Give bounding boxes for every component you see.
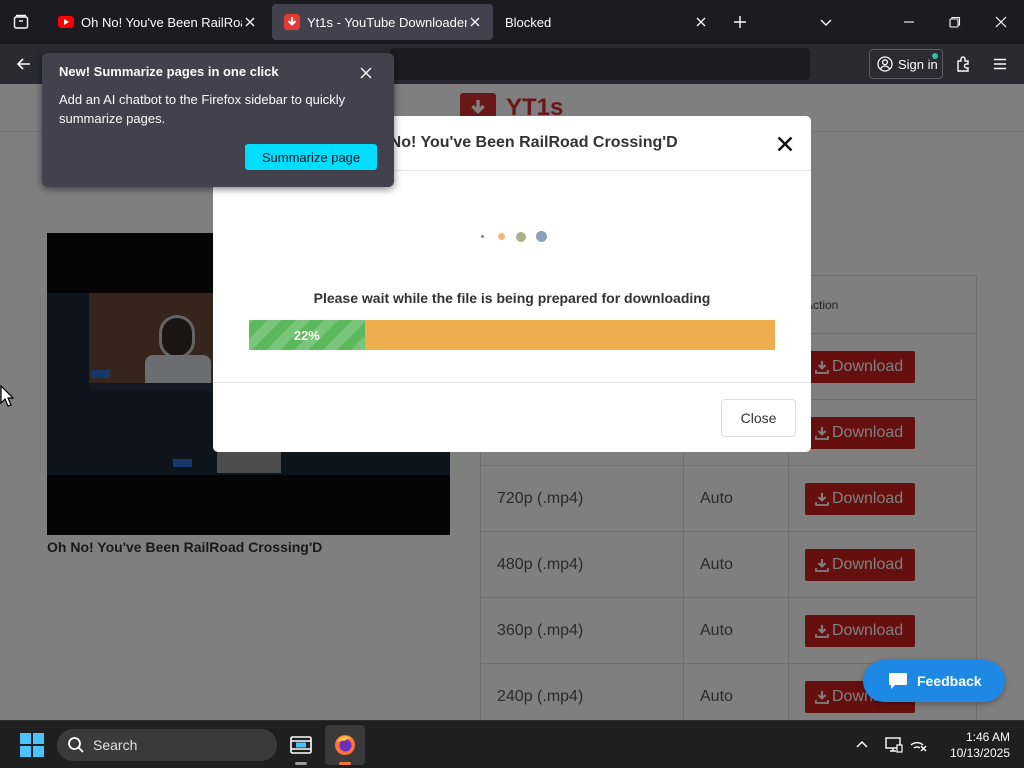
minimize-button[interactable]	[886, 0, 932, 44]
minimize-icon	[904, 21, 914, 23]
taskbar-clock[interactable]: 1:46 AM 10/13/2025	[930, 729, 1010, 761]
tab-list-icon	[13, 14, 29, 29]
close-icon[interactable]	[242, 14, 258, 30]
chat-bubble-icon	[889, 673, 907, 689]
popup-body: Add an AI chatbot to the Firefox sidebar…	[59, 92, 346, 126]
summarize-promo-popup: New! Summarize pages in one click Add an…	[42, 53, 394, 187]
loading-dot	[498, 233, 505, 240]
yt1s-icon	[284, 14, 300, 30]
feedback-label: Feedback	[917, 673, 982, 689]
loading-dot	[536, 231, 547, 242]
windows-start-icon[interactable]	[20, 733, 44, 757]
close-button[interactable]: Close	[721, 399, 796, 437]
progress-bar: 22%	[249, 320, 775, 350]
feedback-button[interactable]: Feedback	[863, 660, 1005, 702]
chevron-up-icon	[856, 740, 868, 748]
modal-footer: Close	[213, 382, 811, 452]
clock-date: 10/13/2025	[949, 746, 1010, 760]
tab-title: Yt1s - YouTube Downloader | Youtube to M…	[307, 14, 467, 30]
arrow-left-icon	[16, 58, 30, 70]
modal-close-x-button[interactable]	[773, 132, 797, 156]
url-bar[interactable]	[390, 48, 810, 80]
tab-yt1s[interactable]: Yt1s - YouTube Downloader | Youtube to M…	[272, 4, 493, 40]
film-icon	[290, 736, 312, 754]
loading-spinner	[478, 230, 558, 244]
progress-bar-fill: 22%	[249, 320, 365, 350]
notification-dot	[932, 53, 938, 59]
close-icon[interactable]	[693, 14, 709, 30]
restore-button[interactable]	[932, 0, 978, 44]
tab-youtube[interactable]: Oh No! You've Been RailRoad Crossing'D -…	[46, 4, 268, 40]
sign-in-label: Sign in	[898, 56, 938, 72]
tab-title: Oh No! You've Been RailRoad Crossing'D -…	[81, 14, 242, 30]
close-icon	[995, 16, 1007, 28]
close-icon[interactable]	[467, 14, 483, 30]
tab-title: Blocked	[505, 14, 552, 30]
menu-button[interactable]	[984, 48, 1016, 80]
clock-time: 1:46 AM	[965, 730, 1010, 744]
sign-in-button[interactable]: Sign in	[869, 49, 943, 79]
monitor-icon	[885, 737, 903, 753]
taskbar-search[interactable]: Search	[57, 729, 277, 761]
popup-close-button[interactable]	[357, 64, 375, 82]
all-tabs-button[interactable]	[803, 0, 849, 44]
new-tab-button[interactable]	[717, 0, 763, 44]
tray-overflow-button[interactable]	[850, 733, 874, 757]
hamburger-icon	[994, 58, 1006, 70]
modal-title: Oh No! You've Been RailRoad Crossing'D	[363, 134, 678, 151]
taskbar-app-firefox[interactable]	[325, 725, 365, 765]
search-label: Search	[93, 737, 138, 753]
wait-message: Please wait while the file is being prep…	[313, 290, 711, 306]
network-icon	[910, 742, 927, 752]
extensions-button[interactable]	[948, 48, 980, 80]
restore-icon	[949, 16, 961, 28]
close-icon	[777, 136, 793, 152]
mouse-cursor-icon	[0, 385, 14, 407]
loading-dot	[516, 232, 526, 242]
tab-blocked[interactable]: Blocked	[497, 4, 719, 40]
account-icon	[877, 56, 893, 72]
back-button[interactable]	[8, 48, 40, 80]
popup-title: New! Summarize pages in one click	[59, 64, 279, 79]
loading-dot	[481, 235, 484, 238]
taskbar-app-media[interactable]	[281, 725, 321, 765]
tab-list-button[interactable]	[0, 0, 42, 44]
youtube-icon	[58, 14, 74, 30]
windows-taskbar: Search 1:46 AM 10/13/2025	[0, 720, 1024, 768]
chevron-down-icon	[820, 19, 832, 26]
firefox-icon	[335, 735, 355, 755]
close-icon	[360, 67, 372, 79]
tray-display-button[interactable]	[882, 733, 906, 757]
tab-strip: Oh No! You've Been RailRoad Crossing'D -…	[0, 0, 1024, 44]
summarize-page-button[interactable]: Summarize page	[245, 144, 377, 170]
puzzle-icon	[957, 56, 969, 72]
tray-network-button[interactable]	[906, 733, 930, 757]
plus-icon	[734, 16, 746, 28]
progress-label: 22%	[293, 327, 320, 343]
search-icon	[68, 737, 84, 753]
window-close-button[interactable]	[978, 0, 1024, 44]
